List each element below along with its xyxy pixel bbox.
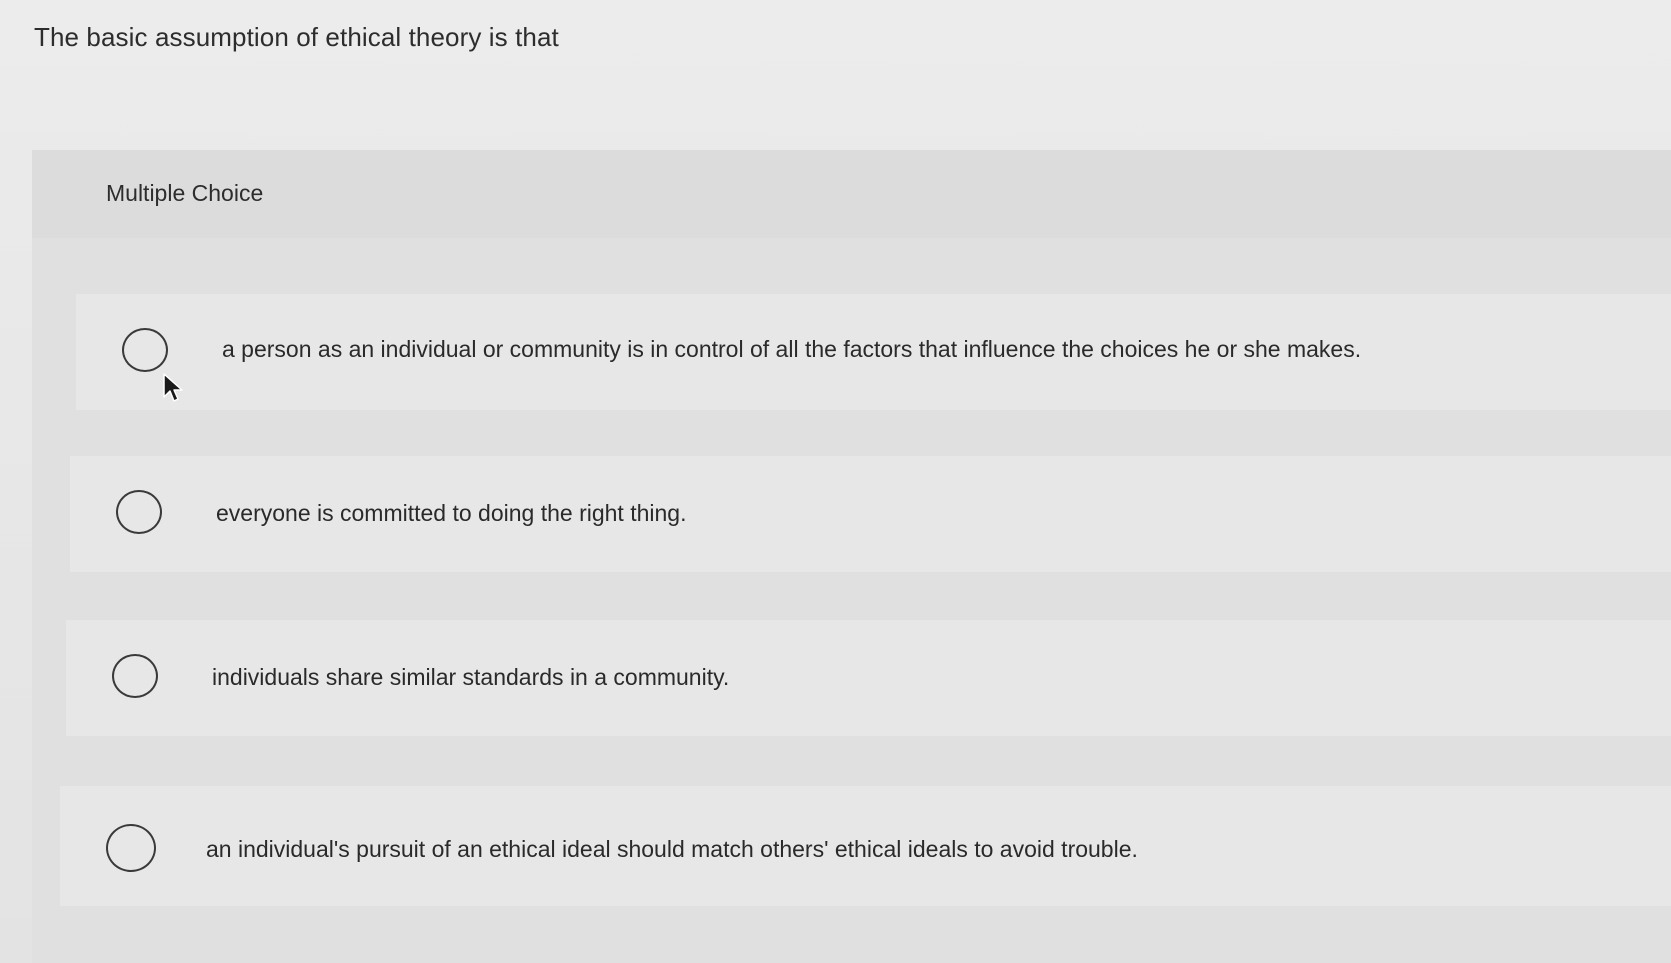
answer-option-1[interactable]: a person as an individual or community i… (76, 294, 1671, 410)
answer-option-2[interactable]: everyone is committed to doing the right… (70, 456, 1671, 572)
answer-option-text: everyone is committed to doing the right… (216, 500, 687, 526)
answer-option-4[interactable]: an individual's pursuit of an ethical id… (60, 786, 1671, 906)
multiple-choice-label: Multiple Choice (106, 180, 264, 206)
question-stem: The basic assumption of ethical theory i… (34, 22, 559, 52)
answer-option-text: individuals share similar standards in a… (212, 664, 730, 690)
radio-unchecked-icon[interactable] (122, 328, 168, 372)
answer-option-3[interactable]: individuals share similar standards in a… (66, 620, 1671, 736)
radio-unchecked-icon[interactable] (106, 824, 156, 872)
multiple-choice-header: Multiple Choice (32, 150, 1671, 238)
answer-option-text: an individual's pursuit of an ethical id… (206, 836, 1138, 862)
multiple-choice-panel: Multiple Choice a person as an individua… (32, 150, 1671, 963)
answer-option-text: a person as an individual or community i… (222, 336, 1362, 362)
radio-unchecked-icon[interactable] (116, 490, 162, 534)
radio-unchecked-icon[interactable] (112, 654, 158, 698)
mouse-pointer-icon (163, 373, 183, 402)
quiz-page: The basic assumption of ethical theory i… (0, 0, 1671, 963)
